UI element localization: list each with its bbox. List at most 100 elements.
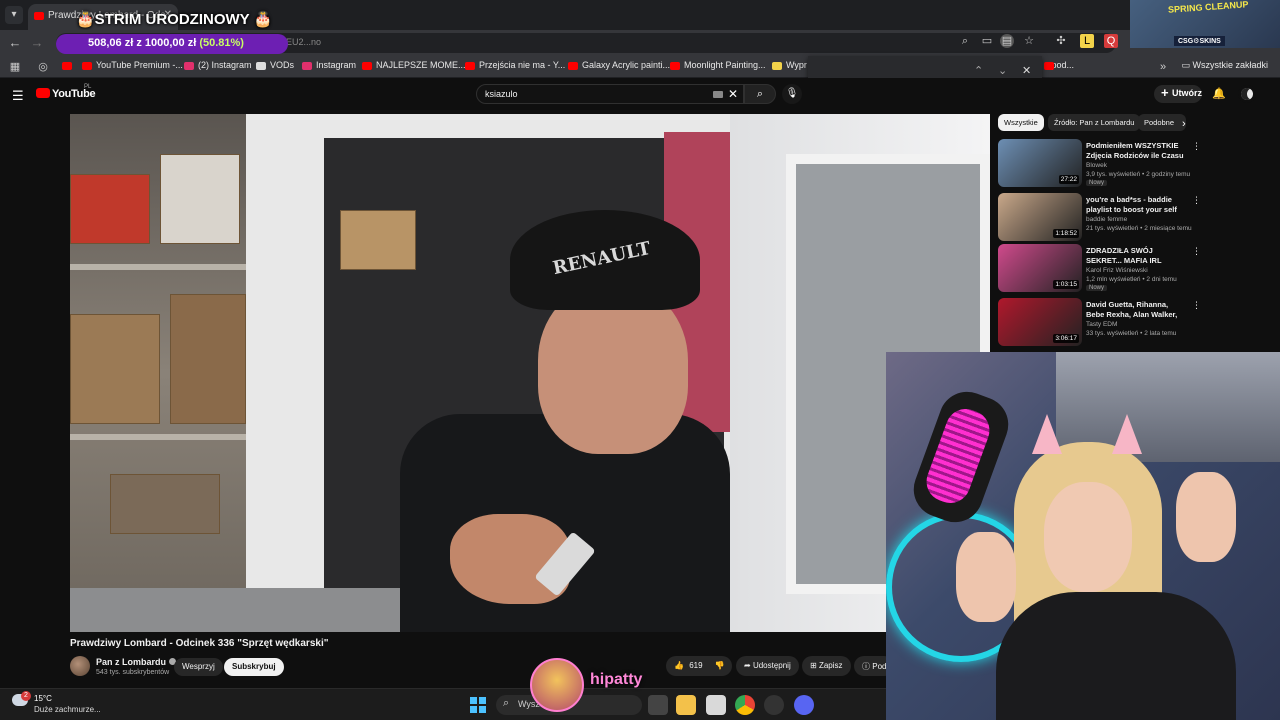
recommendation-thumbnail[interactable]: 1:18:52 <box>998 193 1082 241</box>
channel-name[interactable]: Pan z Lombardu <box>96 657 177 667</box>
recommendation-item[interactable]: 3:06:17 David Guetta, Rihanna, Bebe Rexh… <box>998 298 1201 348</box>
video-box <box>110 474 220 534</box>
bookmark-item[interactable]: Przejścia nie ma - Y... <box>465 60 565 70</box>
search-input[interactable]: ksiazulo ✕ <box>476 84 744 104</box>
recommendation-channel[interactable]: baddie femme <box>1086 216 1127 223</box>
find-close-icon[interactable]: ✕ <box>1022 64 1031 77</box>
partial-action-label: Pod <box>872 662 887 671</box>
clear-search-icon[interactable]: ✕ <box>728 87 738 101</box>
bookmark-item[interactable]: e pod... <box>1044 60 1074 70</box>
recommendation-item[interactable]: 1:03:15 ZDRADZIŁA SWÓJ SEKRET... MAFIA I… <box>998 244 1201 294</box>
recommendation-thumbnail[interactable]: 27:22 <box>998 139 1082 187</box>
account-avatar[interactable] <box>1238 85 1256 103</box>
all-bookmarks-label: Wszystkie zakładki <box>1192 60 1268 70</box>
new-badge: Nowy <box>1086 180 1108 186</box>
menu-icon[interactable]: ☰ <box>12 88 24 104</box>
share-label: Udostępnij <box>752 661 791 670</box>
recommendation-meta: 33 tys. wyświetleń • 2 lata temu <box>1086 330 1177 337</box>
back-arrow-icon[interactable]: ← <box>6 34 24 52</box>
recommendation-meta: 3,9 tys. wyświetleń • 2 godziny temu <box>1086 171 1191 178</box>
chip-similar[interactable]: Podobne <box>1138 114 1186 131</box>
bookmark-item[interactable]: (2) Instagram <box>184 60 252 70</box>
bookmark-item[interactable]: VODs <box>256 60 294 70</box>
tab-search-button[interactable]: ▾ <box>5 6 23 24</box>
discord-icon[interactable] <box>794 695 814 715</box>
more-bookmarks-chevron-icon[interactable]: » <box>1156 60 1170 74</box>
weather-temperature[interactable]: 15°C <box>34 694 52 703</box>
bookmark-item[interactable]: Moonlight Painting... <box>670 60 766 70</box>
share-icon: ➦ <box>744 661 751 670</box>
recommendation-title[interactable]: David Guetta, Rihanna, Bebe Rexha, Alan … <box>1086 300 1186 320</box>
recommendation-meta: 1,2 mln wyświetleń • 2 dni temu <box>1086 276 1177 283</box>
dislike-icon[interactable]: 👎 <box>715 661 725 670</box>
weather-alert-badge: 2 <box>21 691 31 701</box>
donation-goal-bar: 508,06 zł z 1000,00 zł (50.81%) <box>56 34 288 54</box>
save-button[interactable]: ⊞ Zapisz <box>802 656 851 676</box>
recommendation-channel[interactable]: Karol Friz Wiśniewski <box>1086 267 1148 274</box>
support-button[interactable]: Wesprzyj <box>174 658 223 676</box>
weather-description[interactable]: Duże zachmurze... <box>34 705 101 714</box>
recommendation-thumbnail[interactable]: 1:03:15 <box>998 244 1082 292</box>
store-icon[interactable] <box>706 695 726 715</box>
more-options-icon[interactable]: ⋮ <box>1192 300 1201 311</box>
apps-grid-icon[interactable]: ▦ <box>8 60 22 74</box>
video-player[interactable]: RENAULT <box>70 114 990 632</box>
video-duration: 1:18:52 <box>1053 229 1079 238</box>
channel-avatar[interactable] <box>70 656 90 676</box>
recommendation-channel[interactable]: Tasty EDM <box>1086 321 1117 328</box>
recommendation-thumbnail[interactable]: 3:06:17 <box>998 298 1082 346</box>
recommendation-title[interactable]: Podmieniłem WSZYSTKIE Zdjęcia Rodziców i… <box>1086 141 1186 161</box>
bookmark-item[interactable]: NAJLEPSZE MOME... <box>362 60 466 70</box>
share-button[interactable]: ➦ Udostępnij <box>736 656 799 676</box>
recommendation-chips: Wszystkie Źródło: Pan z Lombardu Podobne <box>998 114 1194 132</box>
partial-action-icon: ⓘ <box>862 662 870 671</box>
search-button[interactable]: ⌕ <box>744 84 776 104</box>
goal-amount: 508,06 zł z 1000,00 zł <box>88 37 197 49</box>
recommendation-item[interactable]: 1:18:52 you're a bad*ss - baddie playlis… <box>998 193 1201 243</box>
extension-red-icon[interactable]: Q <box>1104 34 1118 48</box>
recommendation-title[interactable]: you're a bad*ss - baddie playlist to boo… <box>1086 195 1186 215</box>
video-box <box>160 154 240 244</box>
zoom-icon[interactable]: ⌕ <box>958 34 972 48</box>
chip-source[interactable]: Źródło: Pan z Lombardu <box>1048 114 1141 131</box>
bookmark-settings-icon[interactable]: ◎ <box>36 60 50 74</box>
recommendation-item[interactable]: 27:22 Podmieniłem WSZYSTKIE Zdjęcia Rodz… <box>998 139 1201 189</box>
new-badge: Nowy <box>1086 285 1108 291</box>
keyboard-icon[interactable] <box>713 91 723 98</box>
extension-icon[interactable]: ✣ <box>1054 34 1068 48</box>
search-query: ksiazulo <box>485 89 518 99</box>
voice-search-icon[interactable]: 🎙 <box>782 84 802 104</box>
recommendation-title[interactable]: ZDRADZIŁA SWÓJ SEKRET... MAFIA IRL SEZON… <box>1086 246 1186 266</box>
chrome-icon[interactable] <box>735 695 755 715</box>
extension-l-icon[interactable]: L <box>1080 34 1094 48</box>
goal-percent: (50.81%) <box>199 37 244 49</box>
find-next-icon[interactable]: ⌄ <box>998 64 1007 77</box>
chips-next-chevron-icon[interactable]: › <box>1182 118 1186 130</box>
chip-all[interactable]: Wszystkie <box>998 114 1044 131</box>
bookmark-star-icon[interactable]: ☆ <box>1022 34 1036 48</box>
bookmark-item[interactable]: YouTube Premium -... <box>82 60 183 70</box>
recommendation-channel[interactable]: Blowek <box>1086 162 1107 169</box>
bookmarks-bar: ▦ ◎ YouTube Premium -... (2) Instagram V… <box>0 56 1280 78</box>
bookmark-item[interactable]: Instagram <box>302 60 356 70</box>
find-prev-icon[interactable]: ⌃ <box>974 64 983 77</box>
cast-icon[interactable]: ▭ <box>980 34 994 48</box>
like-icon[interactable]: 👍 <box>674 661 684 670</box>
bookmark-item[interactable]: Wypr <box>772 60 807 70</box>
file-explorer-icon[interactable] <box>676 695 696 715</box>
notifications-bell-icon[interactable]: 🔔 <box>1212 87 1226 100</box>
create-button[interactable]: Utwórz <box>1154 85 1202 103</box>
all-bookmarks-folder[interactable]: ▭ Wszystkie zakładki <box>1181 60 1268 71</box>
more-options-icon[interactable]: ⋮ <box>1192 141 1201 152</box>
like-count[interactable]: 619 <box>689 661 702 670</box>
youtube-logo-icon[interactable] <box>36 88 50 98</box>
more-options-icon[interactable]: ⋮ <box>1192 195 1201 206</box>
app-icon[interactable] <box>764 695 784 715</box>
forward-arrow-icon[interactable]: → <box>28 34 46 52</box>
task-view-icon[interactable] <box>648 695 668 715</box>
windows-start-icon[interactable] <box>470 697 486 713</box>
install-app-icon[interactable]: ▤ <box>1000 34 1014 48</box>
subscribe-button[interactable]: Subskrybuj <box>224 658 284 676</box>
bookmark-item[interactable]: Galaxy Acrylic painti... <box>568 60 670 70</box>
more-options-icon[interactable]: ⋮ <box>1192 246 1201 257</box>
